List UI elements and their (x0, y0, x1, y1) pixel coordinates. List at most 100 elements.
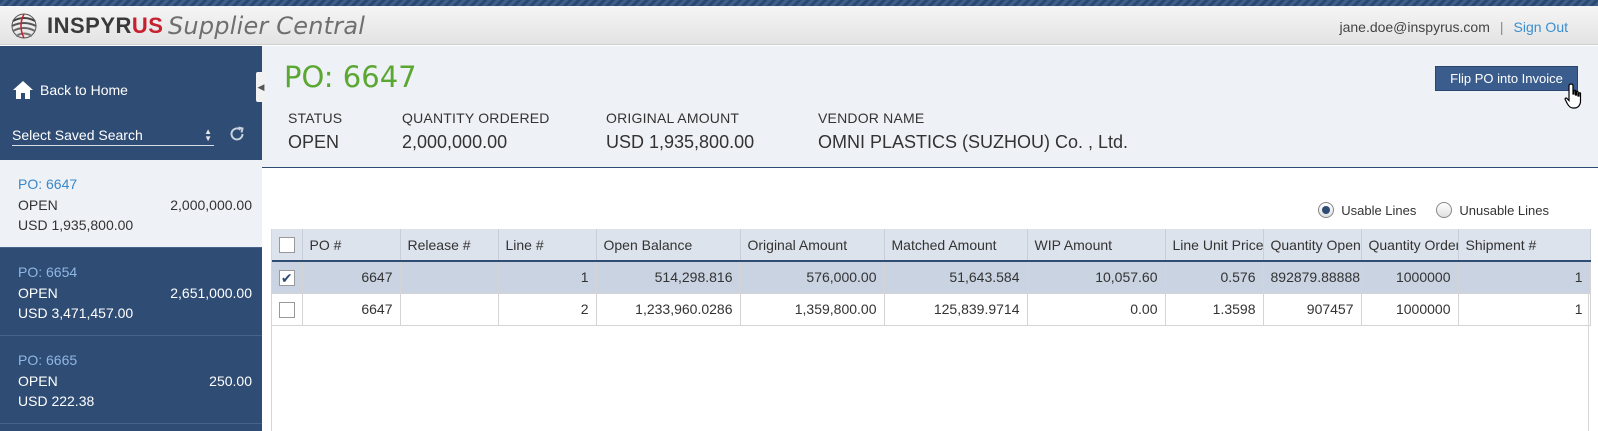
po-list-item-quantity: 250.00 (209, 373, 252, 389)
vendor-name-label: VENDOR NAME (818, 110, 925, 126)
table-cell: 1.3598 (1165, 293, 1264, 326)
saved-search-label: Select Saved Search (12, 126, 143, 143)
brand-accent: US (131, 13, 164, 38)
table-cell: 125,839.9714 (884, 293, 1028, 326)
table-cell: 1 (1458, 261, 1591, 294)
home-icon (13, 81, 33, 99)
table-cell: 51,643.584 (884, 261, 1028, 294)
header-separator: | (1499, 19, 1504, 35)
po-list-item-title: PO: 6647 (18, 176, 78, 192)
quantity-ordered-field: QUANTITY ORDERED 2,000,000.00 (402, 110, 566, 153)
brand-name: INSPYR (47, 13, 132, 38)
usable-lines-label: Usable Lines (1341, 202, 1417, 218)
column-header[interactable]: WIP Amount (1027, 229, 1166, 262)
vendor-name-field: VENDOR NAME OMNI PLASTICS (SUZHOU) Co. ,… (818, 110, 1128, 153)
line-filter-radios: Usable Lines Unusable Lines (1318, 202, 1549, 218)
row-select-cell[interactable] (272, 293, 303, 326)
table-cell: 6647 (302, 261, 401, 294)
row-checkbox[interactable] (278, 269, 295, 286)
back-to-home-link[interactable]: Back to Home (12, 80, 128, 100)
column-header[interactable]: Open Balance (596, 229, 741, 262)
po-list-item-amount: USD 1,935,800.00 (18, 217, 134, 233)
table-row[interactable]: 6647 1 514,298.816 576,000.00 51,643.584… (272, 261, 1591, 294)
table-cell: 1 (1458, 293, 1591, 326)
table-cell (400, 293, 499, 326)
po-list-item-title: PO: 6654 (18, 264, 78, 280)
table-cell: 1,233,960.0286 (596, 293, 741, 326)
quantity-ordered-label: QUANTITY ORDERED (402, 110, 550, 126)
original-amount-field: ORIGINAL AMOUNT USD 1,935,800.00 (606, 110, 778, 153)
column-header[interactable]: Quantity Ordered (1361, 229, 1459, 262)
table-cell: 1000000 (1361, 261, 1459, 294)
table-cell: 10,057.60 (1027, 261, 1166, 294)
po-list-item[interactable]: PO: 6647 OPEN 2,000,000.00 USD 1,935,800.… (0, 160, 262, 248)
status-value: OPEN (288, 132, 340, 152)
po-header: PO: 6647 Flip PO into Invoice STATUS OPE… (262, 46, 1598, 168)
select-all-checkbox[interactable] (278, 237, 295, 254)
product-name: Supplier Central (168, 12, 366, 40)
table-cell: 1000000 (1361, 293, 1459, 326)
column-header[interactable]: Original Amount (740, 229, 885, 262)
table-header-row: PO # Release # Line # Open Balance Origi… (272, 229, 1591, 262)
column-header[interactable]: Shipment # (1458, 229, 1591, 262)
original-amount-label: ORIGINAL AMOUNT (606, 110, 740, 126)
table-cell: 514,298.816 (596, 261, 741, 294)
po-list-item-status: OPEN (18, 285, 58, 301)
status-field: STATUS OPEN (288, 110, 362, 153)
table-cell: 576,000.00 (740, 261, 885, 294)
vendor-name-value: OMNI PLASTICS (SUZHOU) Co. , Ltd. (818, 132, 1129, 152)
app-header: INSPYRUS Supplier Central jane.doe@inspy… (0, 6, 1598, 45)
radio-unselected-icon (1436, 202, 1453, 218)
po-list-item-status: OPEN (18, 197, 58, 213)
unusable-lines-radio[interactable]: Unusable Lines (1436, 202, 1549, 218)
po-list-item-title: PO: 6665 (18, 352, 78, 368)
table-cell: 2 (498, 293, 597, 326)
user-email: jane.doe@inspyrus.com (1339, 19, 1490, 35)
table-row[interactable]: 6647 2 1,233,960.0286 1,359,800.00 125,8… (272, 293, 1591, 326)
po-list-item-quantity: 2,651,000.00 (170, 285, 252, 301)
po-lines-table: PO # Release # Line # Open Balance Origi… (272, 229, 1591, 326)
column-header[interactable]: PO # (302, 229, 401, 262)
po-list-item-quantity: 2,000,000.00 (170, 197, 252, 213)
hand-cursor-icon (1564, 83, 1582, 109)
back-to-home-label: Back to Home (40, 82, 128, 98)
table-cell: 0.00 (1027, 293, 1166, 326)
flip-po-into-invoice-button[interactable]: Flip PO into Invoice (1435, 66, 1578, 91)
saved-search-select[interactable]: Select Saved Search ▲ ▼ (12, 124, 214, 146)
table-cell: 1 (498, 261, 597, 294)
column-header[interactable]: Line # (498, 229, 597, 262)
po-list-item[interactable]: PO: 6665 OPEN 250.00 USD 222.38 (0, 336, 262, 424)
sidebar: Back to Home Select Saved Search ▲ ▼ PO: … (0, 46, 262, 431)
sign-out-link[interactable]: Sign Out (1514, 19, 1568, 35)
column-header[interactable]: Release # (400, 229, 499, 262)
page-title: PO: 6647 (284, 60, 417, 94)
user-area: jane.doe@inspyrus.com | Sign Out (1339, 19, 1568, 35)
quantity-ordered-value: 2,000,000.00 (402, 132, 508, 152)
po-list-item-status: OPEN (18, 373, 58, 389)
unusable-lines-label: Unusable Lines (1459, 202, 1549, 218)
po-list-item-amount: USD 3,471,457.00 (18, 305, 134, 321)
column-header[interactable]: Quantity Open (1263, 229, 1362, 262)
table-cell: 1,359,800.00 (740, 293, 885, 326)
row-checkbox[interactable] (278, 301, 295, 318)
logo-globe-icon (11, 13, 37, 39)
po-summary-fields: STATUS OPEN QUANTITY ORDERED 2,000,000.0… (288, 110, 1168, 153)
column-header[interactable]: Matched Amount (884, 229, 1028, 262)
po-lines-grid: PO # Release # Line # Open Balance Origi… (271, 229, 1591, 431)
collapse-arrow-icon[interactable]: ◀ (256, 72, 266, 102)
table-cell: 907457 (1263, 293, 1362, 326)
usable-lines-radio[interactable]: Usable Lines (1318, 202, 1416, 218)
status-label: STATUS (288, 110, 343, 126)
select-all-header[interactable] (272, 229, 303, 262)
brand-logo[interactable]: INSPYRUS (10, 11, 163, 41)
column-header[interactable]: Line Unit Price (1165, 229, 1264, 262)
po-list-item[interactable]: PO: 6654 OPEN 2,651,000.00 USD 3,471,457.… (0, 248, 262, 336)
table-cell: 6647 (302, 293, 401, 326)
row-select-cell[interactable] (272, 261, 303, 294)
table-cell (400, 261, 499, 294)
original-amount-value: USD 1,935,800.00 (606, 132, 755, 152)
radio-selected-icon (1318, 202, 1335, 218)
refresh-icon[interactable] (228, 125, 246, 143)
sort-arrows-icon: ▲ ▼ (204, 126, 212, 143)
po-list-item-amount: USD 222.38 (18, 393, 95, 409)
